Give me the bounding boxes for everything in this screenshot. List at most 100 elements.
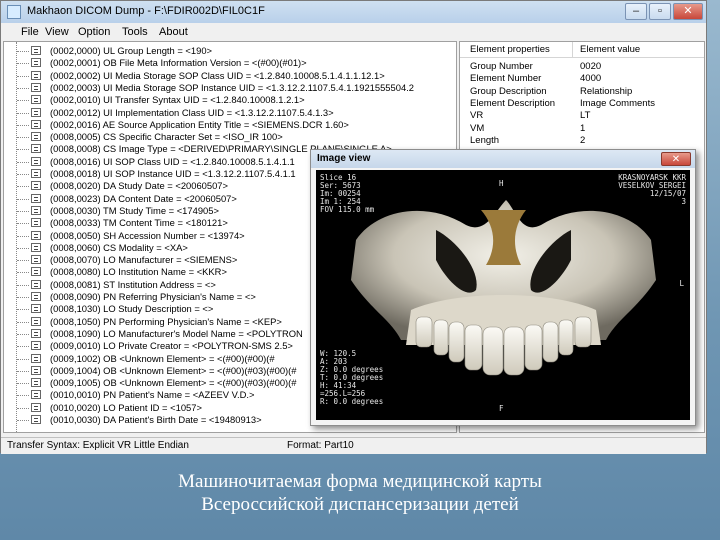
tree-row-text: (0002,0012) UI Implementation Class UID … — [50, 106, 334, 118]
tree-row[interactable]: (0002,0001) OB File Meta Information Ver… — [4, 57, 456, 69]
tree-connector — [17, 297, 29, 298]
tree-row-text: (0008,0081) ST Institution Address = <> — [50, 278, 216, 290]
property-name: Length — [470, 134, 500, 146]
element-icon — [31, 205, 41, 215]
property-row[interactable]: Element Number 4000 — [460, 73, 704, 85]
tree-row[interactable]: (0002,0010) UI Transfer Syntax UID = <1.… — [4, 94, 456, 106]
restore-icon[interactable]: ▫ — [649, 3, 671, 20]
tree-row-text: (0009,1002) OB <Unknown Element> = <(#00… — [50, 352, 275, 364]
element-icon — [31, 328, 41, 338]
property-value: 2 — [580, 134, 586, 146]
property-value: 4000 — [580, 73, 602, 85]
overlay-line: FOV 115.0 mm — [320, 205, 375, 214]
tree-connector — [17, 75, 29, 77]
tree-row-text: (0010,0030) DA Patient's Birth Date = <1… — [50, 414, 262, 425]
tree-connector — [17, 420, 29, 421]
menu-view[interactable]: View — [45, 26, 69, 38]
menu-option[interactable]: Option — [78, 26, 110, 38]
element-icon — [31, 415, 41, 424]
tree-row-text: (0008,0080) LO Institution Name = <KKR> — [50, 266, 227, 278]
tree-connector — [17, 395, 29, 397]
tree-row[interactable]: (0008,0005) CS Specific Character Set = … — [4, 131, 456, 143]
element-icon — [31, 378, 41, 388]
property-value: 0020 — [580, 61, 602, 72]
caption-line-2: Всероссийской диспансеризации детей — [201, 494, 519, 515]
dicom-image-viewer[interactable]: Slice 16 Ser: 5673 Im: 00254 Im 1: 254 FOV 1… — [316, 170, 690, 420]
property-row[interactable]: Group Number 0020 — [460, 61, 704, 73]
property-name: Group Number — [470, 61, 533, 72]
tree-row-text: (0009,1005) OB <Unknown Element> = <(#00… — [50, 377, 297, 389]
tree-row-text: (0002,0001) OB File Meta Information Ver… — [50, 57, 307, 69]
tree-connector — [17, 321, 29, 323]
element-icon — [31, 169, 41, 178]
tree-row[interactable]: (0002,0002) UI Media Storage SOP Class U… — [4, 70, 456, 82]
property-name: Group Description — [470, 85, 547, 97]
property-row[interactable]: Group Description Relationship — [460, 86, 704, 98]
header-element-properties[interactable]: Element properties — [470, 44, 550, 55]
tree-row-text: (0008,0023) DA Content Date = <20060507> — [50, 192, 237, 204]
header-element-value[interactable]: Element value — [580, 44, 640, 55]
tree-connector — [17, 346, 29, 348]
overlay-orientation-bottom: F — [499, 404, 504, 413]
tree-connector — [17, 247, 29, 249]
menu-tools[interactable]: Tools — [122, 26, 148, 38]
property-value: 1 — [580, 122, 586, 134]
close-icon[interactable]: ✕ — [661, 152, 691, 166]
tree-row-text: (0008,0033) TM Content Time = <180121> — [50, 217, 228, 229]
minimize-icon[interactable]: – — [625, 3, 647, 20]
tree-row[interactable]: (0002,0012) UI Implementation Class UID … — [4, 106, 456, 119]
element-icon — [31, 144, 41, 154]
properties-header: Element properties Element value — [460, 42, 704, 58]
tree-connector — [17, 235, 29, 237]
tree-row[interactable]: (0002,0000) UL Group Length = <190> — [4, 45, 456, 57]
image-view-title-bar[interactable]: Image view ✕ — [311, 150, 695, 168]
element-icon — [31, 132, 41, 142]
tree-connector — [17, 186, 29, 188]
element-icon — [31, 292, 41, 301]
overlay-top-right: KRASNOYARSK KKR VESELKOV SERGEI 12/15/07 3 — [618, 174, 686, 206]
window-title: Makhaon DICOM Dump - F:\FDIR002D\FIL0C1F — [27, 5, 265, 17]
property-name: Element Description — [470, 97, 556, 109]
tree-connector — [17, 137, 29, 139]
element-icon — [31, 70, 41, 80]
element-icon — [31, 119, 41, 129]
slide-caption: Машиночитаемая форма медицинской карты В… — [0, 470, 720, 516]
tree-connector — [17, 358, 29, 360]
tree-row-text: (0008,1030) LO Study Description = <> — [50, 303, 214, 315]
element-icon — [31, 218, 41, 228]
property-name: Element Number — [470, 73, 542, 85]
tree-connector — [17, 51, 29, 52]
element-icon — [31, 279, 41, 289]
header-divider[interactable] — [572, 42, 573, 57]
property-row[interactable]: Length 2 — [460, 135, 704, 147]
tree-connector — [17, 210, 29, 212]
property-row[interactable]: Element Description Image Comments — [460, 98, 704, 110]
caption-line-1: Машиночитаемая форма медицинской карты — [178, 471, 542, 492]
title-bar[interactable]: Makhaon DICOM Dump - F:\FDIR002D\FIL0C1F… — [1, 1, 706, 23]
element-icon — [31, 181, 41, 191]
tree-row[interactable]: (0002,0016) AE Source Application Entity… — [4, 118, 456, 131]
tree-row-text: (0002,0010) UI Transfer Syntax UID = <1.… — [50, 94, 305, 106]
overlay-top-left: Slice 16 Ser: 5673 Im: 00254 Im 1: 254 FOV 1… — [320, 174, 374, 214]
menu-file[interactable]: File — [21, 26, 39, 38]
menu-about[interactable]: About — [159, 26, 188, 38]
tree-row-text: (0008,0030) TM Study Time = <174905> — [50, 204, 219, 216]
property-value: Image Comments — [580, 97, 655, 109]
close-icon[interactable]: ✕ — [673, 3, 703, 20]
property-row[interactable]: VM 1 — [460, 123, 704, 135]
tree-row-text: (0002,0016) AE Source Application Entity… — [50, 118, 349, 130]
overlay-line: 3 — [681, 197, 686, 206]
status-transfer-syntax: Transfer Syntax: Explicit VR Little Endi… — [7, 440, 189, 451]
tree-row-text: (0002,0003) UI Media Storage SOP Instanc… — [50, 81, 414, 93]
element-icon — [31, 107, 41, 117]
element-icon — [31, 242, 41, 252]
tree-connector — [17, 223, 29, 225]
tree-row-text: (0008,1050) PN Performing Physician's Na… — [50, 315, 282, 327]
tree-row[interactable]: (0002,0003) UI Media Storage SOP Instanc… — [4, 81, 456, 94]
tree-row-text: (0002,0000) UL Group Length = <190> — [50, 45, 213, 56]
element-icon — [31, 365, 41, 375]
tree-row-text: (0010,0020) LO Patient ID = <1057> — [50, 401, 202, 413]
overlay-orientation-top: H — [499, 179, 504, 188]
property-row[interactable]: VR LT — [460, 110, 704, 122]
element-icon — [31, 304, 41, 314]
